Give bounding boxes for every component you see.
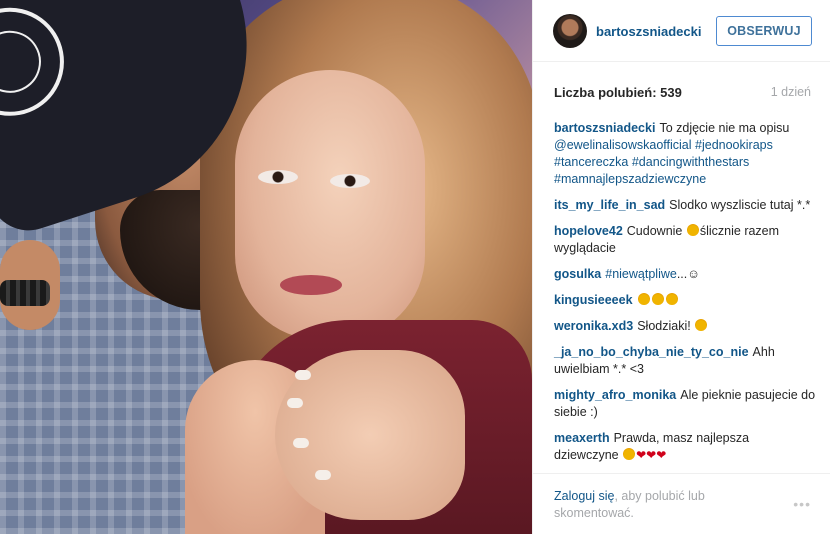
comment-username[interactable]: meaxerth [554,431,610,445]
smile-emoji-icon [665,293,678,305]
caption-tag[interactable]: #tancereczka [554,155,628,169]
caption-username[interactable]: bartoszsniadecki [554,121,655,135]
comment: kingusieeeek [554,292,816,309]
caption-tag[interactable]: @ewelinalisowskaofficial [554,138,692,152]
comment-username[interactable]: mighty_afro_monika [554,388,676,402]
comment: its_my_life_in_sad Slodko wyszliscie tuta… [554,197,816,214]
comment-text: Słodziaki! [637,319,691,333]
smile-emoji-icon [695,319,708,331]
instagram-post-view: bartoszsniadecki OBSERWUJ Liczba polubie… [0,0,830,534]
smile-emoji-icon [651,293,664,305]
comment: weronika.xd3 Słodziaki! [554,318,816,335]
smile-emoji-icon [637,293,650,305]
comment-username[interactable]: its_my_life_in_sad [554,198,665,212]
comment-username[interactable]: hopelove42 [554,224,623,238]
caption-tag[interactable]: #mamnajlepszadziewczyne [554,172,706,186]
heart-emoji-icon: ❤❤❤ [636,448,667,462]
smile-emoji-icon [623,448,636,460]
comment: mighty_afro_monika Ale pieknie pasujecie … [554,387,816,421]
author-username[interactable]: bartoszsniadecki [596,24,702,39]
cap-logo-inner [0,19,53,105]
caption: bartoszsniadecki To zdjęcie nie ma opisu … [554,120,816,188]
comment-username[interactable]: kingusieeeek [554,293,633,307]
post-sidebar: bartoszsniadecki OBSERWUJ Liczba polubie… [532,0,830,534]
comment-username[interactable]: weronika.xd3 [554,319,633,333]
comment: meaxerth Prawda, masz najlepsza dziewczyn… [554,430,816,464]
comment-text: ...☺ [676,267,701,281]
fingernail [295,370,311,380]
avatar[interactable] [553,14,587,48]
comment-username[interactable]: _ja_no_bo_chyba_nie_ty_co_nie [554,345,749,359]
comment: hopelove42 Cudownie ślicznie razem wygląd… [554,223,816,257]
fingernail [287,398,303,408]
post-header: bartoszsniadecki OBSERWUJ [533,0,830,62]
woman-lips [280,275,342,295]
comment-username[interactable]: gosulka [554,267,601,281]
comment-text: Slodko wyszliscie tutaj *.* [669,198,811,212]
follow-button[interactable]: OBSERWUJ [716,16,812,46]
more-options-icon[interactable]: ••• [793,496,811,512]
caption-tag[interactable]: #jednookiraps [695,138,773,152]
bracelet [0,280,50,306]
caption-tag[interactable]: #dancingwiththestars [632,155,749,169]
post-photo[interactable] [0,0,532,534]
smile-emoji-icon [686,224,699,236]
likes-row: Liczba polubień: 539 1 dzień [533,78,830,102]
woman-hand [275,350,465,520]
comment-text: Cudownie [626,224,683,238]
fingernail [293,438,309,448]
comment-tag[interactable]: #niewątpliwe [605,267,677,281]
comments-list: bartoszsniadecki To zdjęcie nie ma opisu … [554,120,816,473]
login-link[interactable]: Zaloguj się [554,489,614,503]
comment: gosulka #niewątpliwe...☺ [554,266,816,283]
comment: _ja_no_bo_chyba_nie_ty_co_nie Ahh uwielbi… [554,344,816,378]
likes-count: Liczba polubień: 539 [554,85,682,100]
post-footer: Zaloguj się, aby polubić lub skomentować… [533,473,830,534]
login-prompt: Zaloguj się, aby polubić lub skomentować… [554,488,774,522]
fingernail [315,470,331,480]
caption-text: To zdjęcie nie ma opisu [659,121,790,135]
woman-face [235,70,425,340]
cap-logo [0,0,85,137]
post-time[interactable]: 1 dzień [771,85,811,99]
woman-eye-left [258,170,298,184]
woman-eye-right [330,174,370,188]
